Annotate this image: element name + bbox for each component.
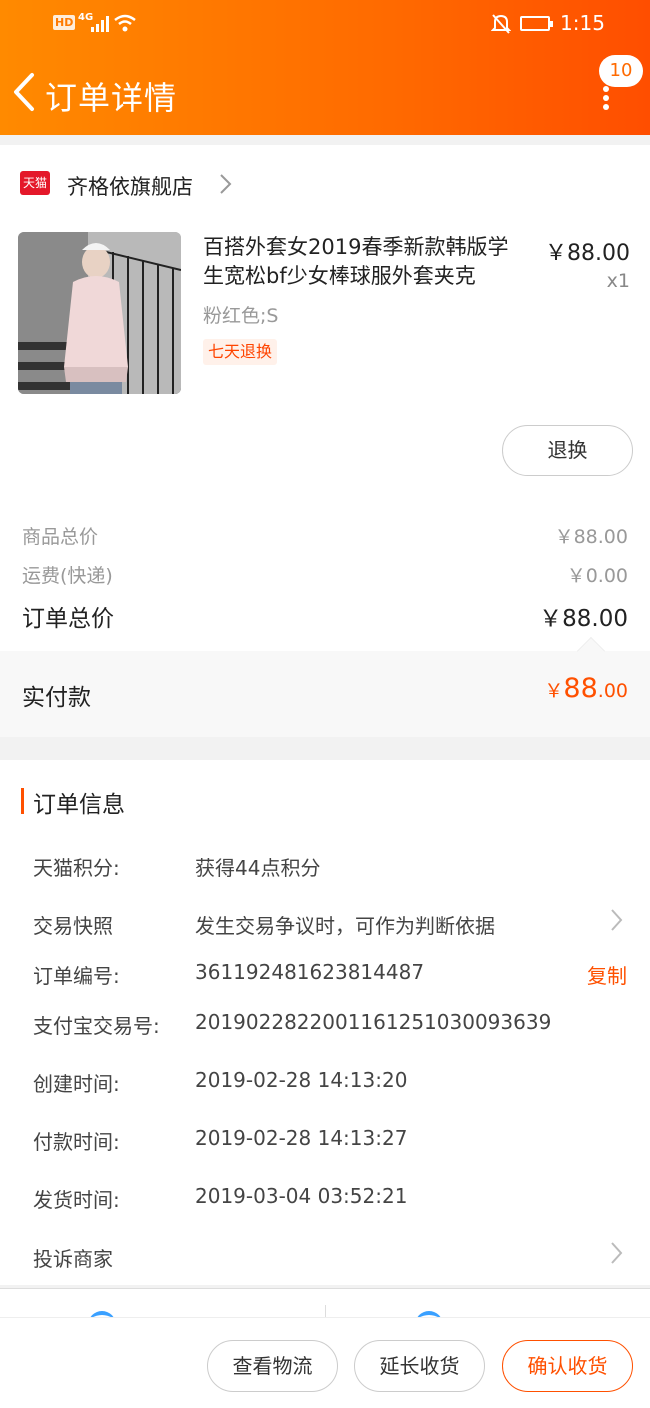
- info-value: 获得44点积分: [195, 856, 321, 880]
- order-card: 天猫 齐格依旗舰店 百搭外套女2019春季新款韩版学生宽松bf少女棒球服外套夹克…: [0, 145, 650, 737]
- chevron-right-icon: [611, 1242, 623, 1264]
- shop-row[interactable]: 天猫 齐格依旗舰店: [20, 163, 640, 203]
- chevron-right-icon: [611, 909, 623, 931]
- signal-icon: [91, 16, 109, 32]
- info-label: 天猫积分:: [33, 856, 120, 880]
- info-label: 交易快照: [33, 914, 113, 938]
- section-accent-bar: [21, 788, 24, 814]
- info-label: 创建时间:: [33, 1072, 120, 1096]
- info-row-paid-time: 付款时间: 2019-02-28 14:13:27: [33, 1126, 633, 1166]
- bottom-action-bar: 查看物流 延长收货 确认收货: [0, 1288, 650, 1408]
- goods-total-row: 商品总价 ￥88.00: [22, 522, 628, 550]
- clock: 1:15: [560, 11, 605, 35]
- paid-label: 实付款: [22, 685, 91, 711]
- info-row-points: 天猫积分: 获得44点积分: [33, 852, 633, 892]
- battery-icon: [520, 16, 553, 31]
- paid-amount-box: 实付款 ￥88.00: [0, 636, 650, 737]
- back-icon[interactable]: [10, 72, 40, 112]
- info-row-order-number: 订单编号: 361192481623814487 复制: [33, 960, 633, 1000]
- info-label: 付款时间:: [33, 1130, 120, 1154]
- hd-icon: HD: [53, 15, 76, 30]
- info-label: 订单编号:: [33, 964, 120, 988]
- view-logistics-button[interactable]: 查看物流: [207, 1340, 338, 1392]
- info-value: 2019-02-28 14:13:20: [195, 1068, 408, 1092]
- goods-total-value: ￥88.00: [554, 526, 628, 548]
- bell-muted-icon: [491, 14, 511, 34]
- shop-name[interactable]: 齐格依旗舰店: [67, 171, 193, 201]
- extend-receipt-button[interactable]: 延长收货: [354, 1340, 485, 1392]
- copy-button[interactable]: 复制: [587, 960, 627, 989]
- app-header: HD 4G 1:15 订单详情 10: [0, 0, 650, 135]
- message-badge[interactable]: 10: [599, 55, 643, 87]
- info-label: 发货时间:: [33, 1188, 120, 1212]
- page-title: 订单详情: [45, 79, 178, 117]
- product-sku: 粉红色;S: [203, 305, 279, 327]
- info-value: 2019022822001161251030093639: [195, 1010, 552, 1034]
- wifi-icon: [114, 14, 136, 32]
- info-label: 投诉商家: [33, 1247, 113, 1271]
- info-row-snapshot[interactable]: 交易快照 发生交易争议时，可作为判断依据: [33, 909, 633, 950]
- tmall-icon: 天猫: [20, 171, 50, 195]
- goods-total-label: 商品总价: [22, 526, 99, 548]
- order-total-value: ￥88.00: [539, 606, 628, 632]
- return-policy-tag: 七天退换: [203, 339, 278, 365]
- info-row-alipay: 支付宝交易号: 2019022822001161251030093639: [33, 1010, 633, 1050]
- info-row-shipped-time: 发货时间: 2019-03-04 03:52:21: [33, 1184, 633, 1224]
- more-icon[interactable]: [602, 86, 612, 110]
- button-row: 查看物流 延长收货 确认收货: [0, 1317, 650, 1408]
- order-total-label: 订单总价: [22, 606, 114, 632]
- info-row-complain[interactable]: 投诉商家: [33, 1242, 633, 1283]
- info-value: 361192481623814487: [195, 960, 425, 984]
- info-value: 发生交易争议时，可作为判断依据: [195, 914, 495, 938]
- status-bar: HD 4G 1:15: [0, 0, 650, 50]
- info-label: 支付宝交易号:: [33, 1014, 160, 1038]
- shipping-label: 运费(快递): [22, 565, 113, 587]
- order-total-row: 订单总价 ￥88.00: [22, 599, 628, 633]
- chevron-right-icon: [220, 174, 232, 194]
- product-quantity: x1: [606, 270, 630, 292]
- order-info-card: 订单信息 天猫积分: 获得44点积分 交易快照 发生交易争议时，可作为判断依据 …: [0, 760, 650, 1285]
- product-price: ￥88.00: [545, 241, 630, 266]
- info-value: 2019-03-04 03:52:21: [195, 1184, 408, 1208]
- confirm-receipt-button[interactable]: 确认收货: [502, 1340, 633, 1392]
- product-title[interactable]: 百搭外套女2019春季新款韩版学生宽松bf少女棒球服外套夹克: [203, 233, 528, 291]
- section-title: 订单信息: [33, 792, 125, 818]
- paid-amount: ￥88.00: [544, 673, 628, 704]
- info-row-created: 创建时间: 2019-02-28 14:13:20: [33, 1068, 633, 1108]
- shipping-row: 运费(快递) ￥0.00: [22, 561, 628, 589]
- shipping-value: ￥0.00: [566, 565, 628, 587]
- info-value: 2019-02-28 14:13:27: [195, 1126, 408, 1150]
- product-image[interactable]: [18, 232, 181, 394]
- return-exchange-button[interactable]: 退换: [502, 425, 633, 476]
